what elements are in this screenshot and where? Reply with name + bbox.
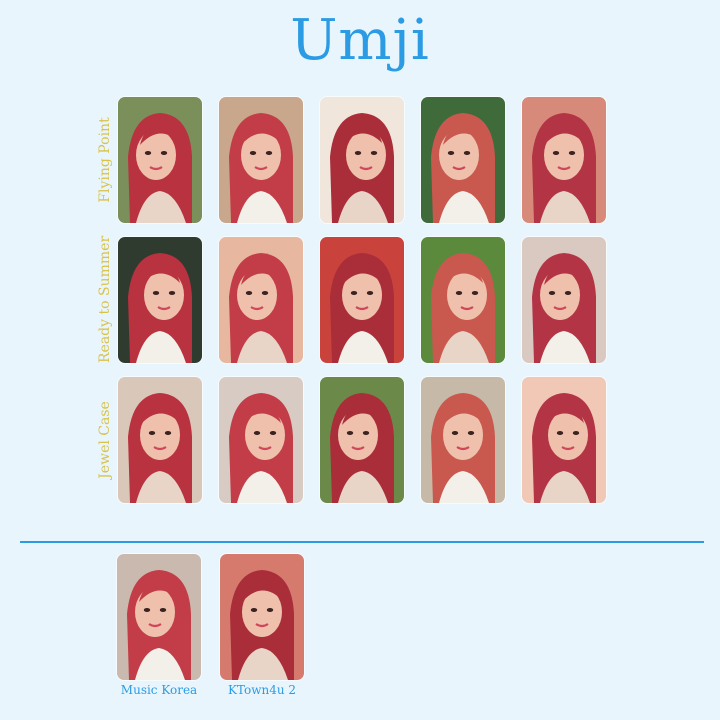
row-label-jewel-case: Jewel Case <box>97 401 113 479</box>
photocard-image <box>219 237 303 363</box>
photocard-image <box>118 97 202 223</box>
page-title: Umji <box>290 8 430 73</box>
photocard-image <box>219 377 303 503</box>
photocard-image <box>522 377 606 503</box>
row-label-flying-point: Flying Point <box>97 117 113 203</box>
photocard-image <box>219 97 303 223</box>
bonus-label-music-korea: Music Korea <box>120 683 198 697</box>
photocard-image <box>421 237 505 363</box>
photocard-image <box>522 97 606 223</box>
row-label-ready-to-summer: Ready to Summer <box>97 235 113 363</box>
bonus-photocard-image <box>117 554 201 680</box>
photocard-image <box>421 97 505 223</box>
photocard-image <box>118 237 202 363</box>
photocard-image <box>320 97 404 223</box>
photocard-image <box>421 377 505 503</box>
section-divider <box>20 541 704 543</box>
photocard-image <box>118 377 202 503</box>
photocard-image <box>320 237 404 363</box>
bonus-photocard-image <box>220 554 304 680</box>
photocard-image <box>320 377 404 503</box>
photocard-image <box>522 237 606 363</box>
bonus-label-ktown4u-2: KTown4u 2 <box>227 683 297 697</box>
